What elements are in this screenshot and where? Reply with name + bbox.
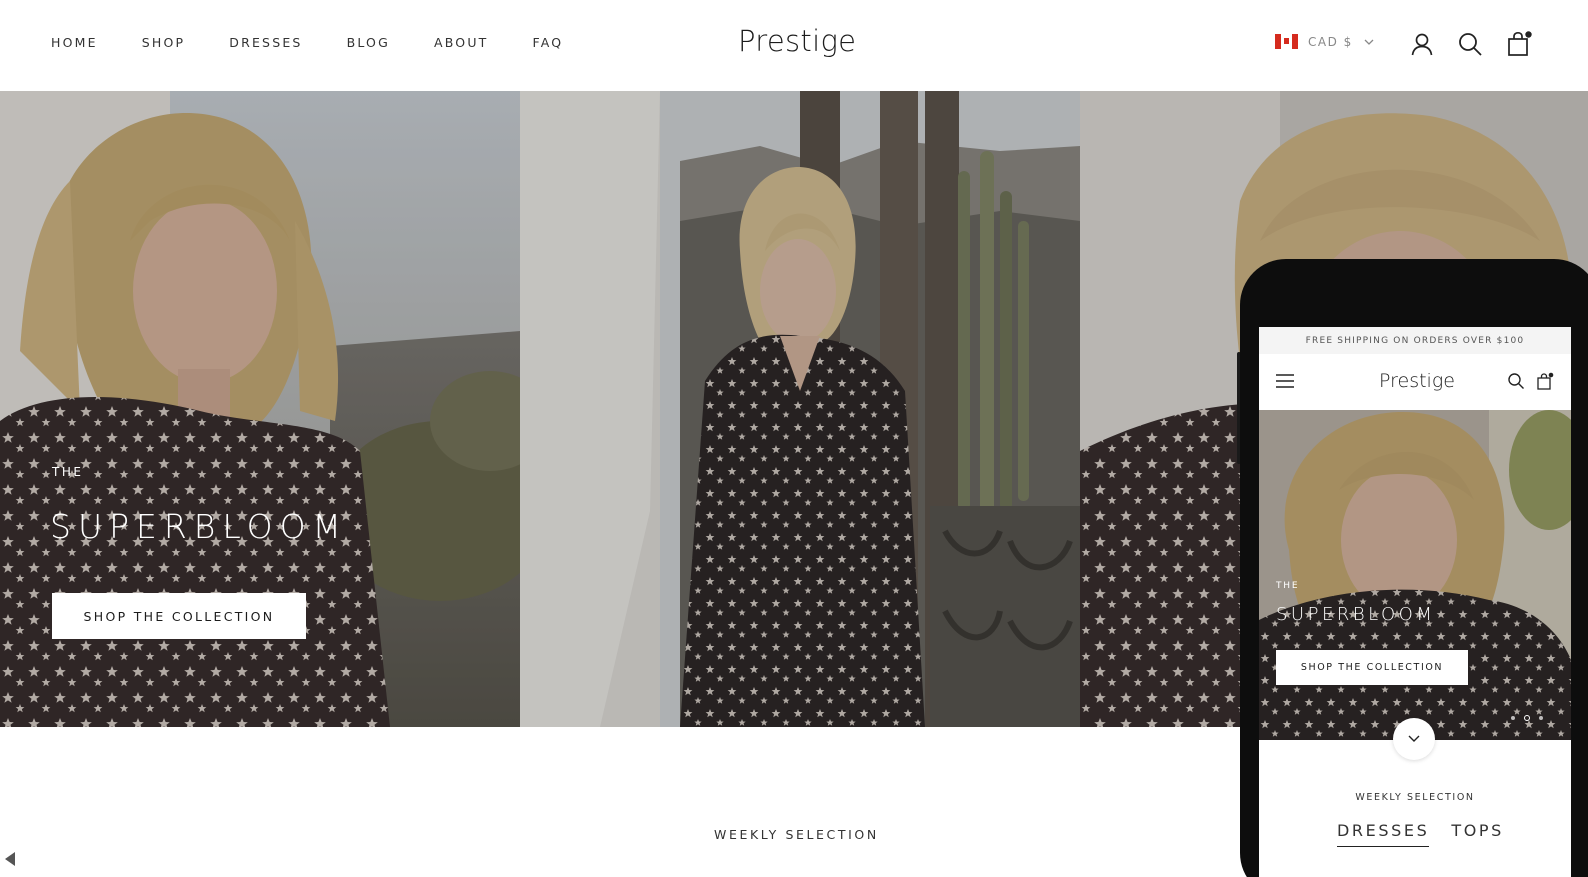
slide-dot-active[interactable]	[1524, 715, 1530, 721]
slide-dot[interactable]	[1511, 716, 1515, 720]
site-logo[interactable]: Prestige	[738, 24, 856, 58]
search-icon[interactable]	[1456, 30, 1484, 58]
main-nav: HOME SHOP DRESSES BLOG ABOUT FAQ	[51, 35, 607, 50]
nav-faq[interactable]: FAQ	[533, 35, 564, 50]
weekly-selection-heading: WEEKLY SELECTION	[714, 827, 879, 842]
scroll-down-button[interactable]	[1393, 718, 1435, 760]
currency-label: CAD $	[1308, 34, 1353, 49]
canada-flag-icon	[1275, 34, 1298, 49]
shop-collection-button[interactable]: SHOP THE COLLECTION	[52, 593, 306, 639]
nav-blog[interactable]: BLOG	[347, 35, 390, 50]
mobile-search-icon[interactable]	[1507, 372, 1525, 390]
cart-badge	[1525, 31, 1532, 38]
scroll-left-arrow-icon[interactable]	[3, 851, 17, 867]
tab-dresses[interactable]: DRESSES	[1337, 821, 1430, 847]
mobile-screen: FREE SHIPPING ON ORDERS OVER $100 Presti…	[1259, 327, 1571, 877]
currency-selector[interactable]: CAD $	[1275, 34, 1375, 49]
mobile-hero: THE SUPERBLOOM SHOP THE COLLECTION	[1259, 410, 1571, 740]
mobile-cart-icon[interactable]	[1536, 372, 1554, 390]
mobile-tabs: DRESSES TOPS	[1337, 821, 1504, 847]
mobile-hero-title: SUPERBLOOM	[1276, 604, 1436, 625]
cart-icon[interactable]	[1505, 30, 1533, 58]
nav-home[interactable]: HOME	[51, 35, 98, 50]
hero-kicker: THE	[52, 465, 84, 479]
mobile-logo[interactable]: Prestige	[1379, 370, 1455, 392]
chevron-down-icon	[1408, 735, 1420, 742]
slide-dot[interactable]	[1539, 716, 1543, 720]
hero-title: SUPERBLOOM	[50, 507, 349, 546]
chevron-down-icon	[1364, 39, 1374, 45]
mobile-hero-photo	[1259, 410, 1571, 740]
mobile-hero-kicker: THE	[1276, 581, 1300, 591]
slide-dots	[1511, 715, 1543, 721]
nav-about[interactable]: ABOUT	[434, 35, 489, 50]
mobile-announcement-bar: FREE SHIPPING ON ORDERS OVER $100	[1259, 327, 1571, 354]
menu-icon[interactable]	[1276, 374, 1294, 388]
mobile-header: Prestige	[1259, 354, 1571, 410]
mobile-weekly-heading: WEEKLY SELECTION	[1355, 792, 1475, 803]
mobile-shop-collection-button[interactable]: SHOP THE COLLECTION	[1276, 650, 1468, 685]
nav-dresses[interactable]: DRESSES	[229, 35, 302, 50]
nav-shop[interactable]: SHOP	[142, 35, 186, 50]
tab-tops[interactable]: TOPS	[1451, 821, 1504, 847]
account-icon[interactable]	[1408, 30, 1436, 58]
site-header: HOME SHOP DRESSES BLOG ABOUT FAQ Prestig…	[0, 0, 1588, 90]
